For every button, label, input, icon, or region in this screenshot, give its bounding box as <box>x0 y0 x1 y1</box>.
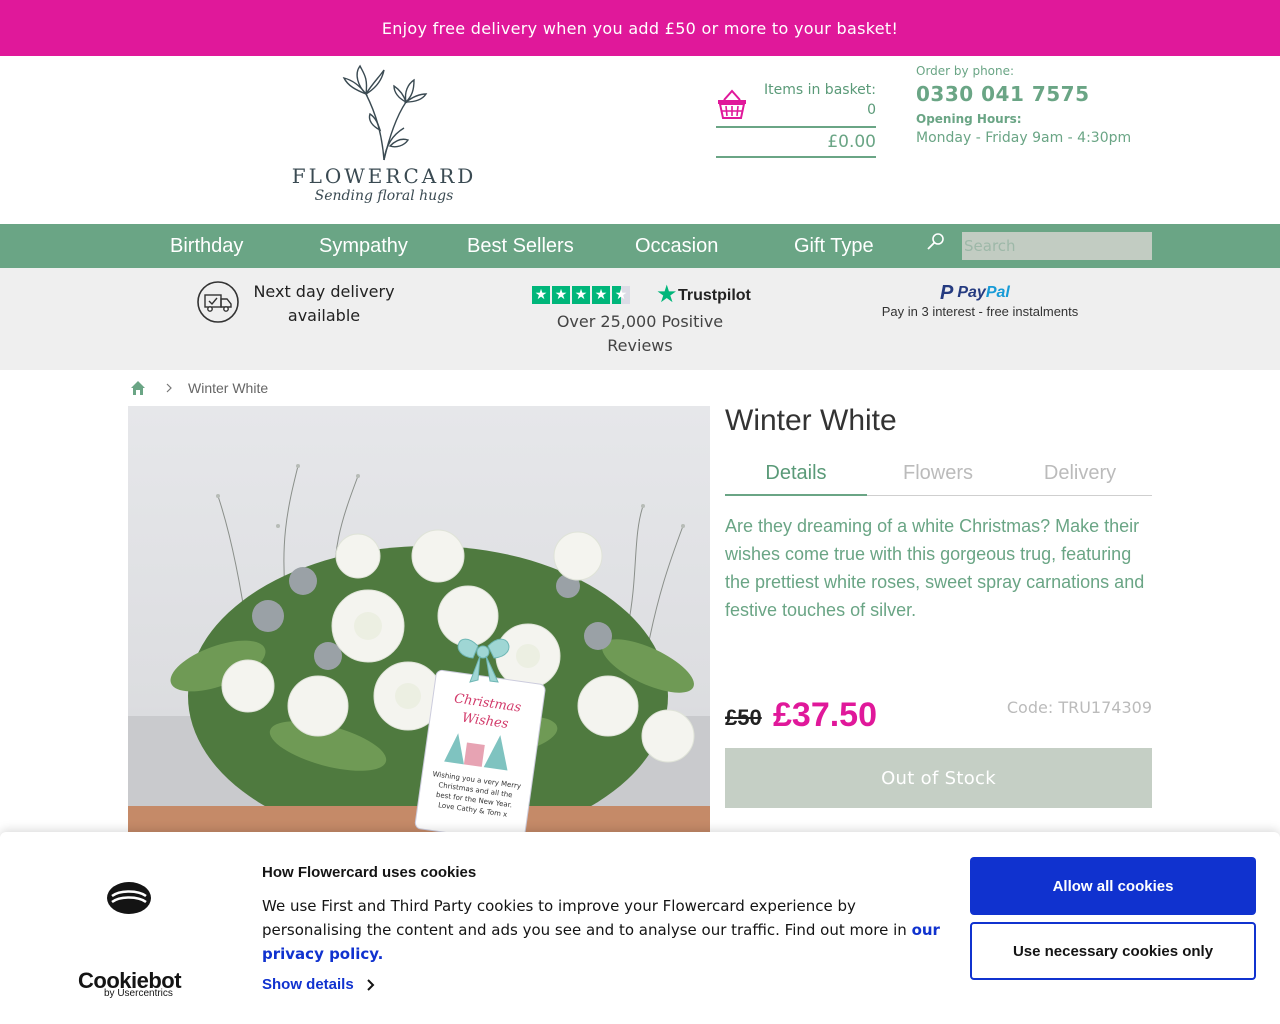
current-price: £37.50 <box>773 696 877 734</box>
paypal-icon: P <box>940 281 954 304</box>
delivery-van-icon <box>197 281 239 323</box>
order-by-phone-label: Order by phone: <box>916 64 1015 78</box>
brand-tagline: Sending floral hugs <box>314 188 454 204</box>
product-description: Are they dreaming of a white Christmas? … <box>725 516 1145 620</box>
opening-hours-label: Opening Hours: <box>916 112 1022 126</box>
product-image[interactable]: Christmas Wishes Wishing you a very Merr… <box>128 406 710 832</box>
basket-divider <box>716 156 876 158</box>
basket-items-count: 0 <box>867 102 876 118</box>
flower-logo-icon <box>342 64 428 161</box>
main-nav: Birthday Sympathy Best Sellers Occasion … <box>0 224 1280 268</box>
promo-text: Enjoy free delivery when you add £50 or … <box>381 18 899 38</box>
product-tabs: Details Flowers Delivery <box>725 456 1152 496</box>
cookie-text: We use First and Third Party cookies to … <box>262 894 942 966</box>
site-header: FLOWERCARD Sending floral hugs Items in … <box>0 56 1280 224</box>
search-icon[interactable] <box>926 232 946 252</box>
trust-bar: Next day delivery available ★ ★ ★ ★ ★ ★ … <box>0 268 1280 370</box>
nav-item-occasion[interactable]: Occasion <box>635 224 718 268</box>
delivery-line-2: available <box>287 306 361 325</box>
star-icon: ★ <box>592 286 610 304</box>
opening-hours: Monday - Friday 9am - 4:30pm <box>916 130 1132 146</box>
star-icon: ★ <box>552 286 570 304</box>
paypal-pal: Pal <box>985 284 1010 301</box>
cookiebot-logo-icon <box>107 882 151 914</box>
nav-item-best-sellers[interactable]: Best Sellers <box>467 224 574 268</box>
breadcrumb: Winter White <box>130 378 268 398</box>
tab-delivery[interactable]: Delivery <box>1009 456 1151 496</box>
star-half-icon: ★ <box>612 286 630 304</box>
paypal-logo: P PayPal <box>940 282 1010 304</box>
phone-number[interactable]: 0330 041 7575 <box>916 82 1131 106</box>
cookiebot-sub: by Usercentrics <box>104 988 173 999</box>
necessary-cookies-button[interactable]: Use necessary cookies only <box>970 922 1256 980</box>
nav-item-gift-type[interactable]: Gift Type <box>794 224 874 268</box>
out-of-stock-button[interactable]: Out of Stock <box>725 748 1152 808</box>
delivery-line-1: Next day delivery <box>253 282 395 301</box>
basket-divider <box>716 126 876 128</box>
product-title: Winter White <box>725 404 897 437</box>
trustpilot-rating[interactable]: ★ ★ ★ ★ ★ <box>532 286 634 304</box>
cookie-banner: Cookiebot by Usercentrics How Flowercard… <box>0 832 1280 1024</box>
allow-all-cookies-button[interactable]: Allow all cookies <box>970 857 1256 915</box>
nav-item-birthday[interactable]: Birthday <box>170 224 243 268</box>
show-details-button[interactable]: Show details <box>262 976 376 993</box>
tab-details[interactable]: Details <box>725 456 867 496</box>
show-details-label: Show details <box>262 976 354 993</box>
cookie-title: How Flowercard uses cookies <box>262 864 477 881</box>
chevron-right-icon <box>166 383 172 393</box>
reviews-line-1: Over 25,000 Positive <box>556 312 724 331</box>
nav-item-sympathy[interactable]: Sympathy <box>319 224 408 268</box>
basket-summary[interactable]: Items in basket: 0 <box>756 80 876 120</box>
basket-items-label: Items in basket: <box>763 82 876 98</box>
trustpilot-star-icon: ★ <box>656 280 678 308</box>
brand-name: FLOWERCARD <box>291 164 477 188</box>
cookie-body: We use First and Third Party cookies to … <box>262 897 912 939</box>
breadcrumb-current: Winter White <box>188 380 269 396</box>
basket-icon[interactable] <box>716 88 748 120</box>
star-icon: ★ <box>532 286 550 304</box>
old-price: £50 <box>725 705 762 730</box>
site-logo[interactable]: FLOWERCARD Sending floral hugs <box>286 64 482 212</box>
reviews-line-2: Reviews <box>607 336 673 355</box>
next-day-delivery: Next day delivery available <box>244 280 404 328</box>
chevron-right-icon <box>366 978 375 991</box>
contact-info: Order by phone: 0330 041 7575 Opening Ho… <box>916 64 1131 146</box>
home-icon[interactable] <box>130 380 146 396</box>
reviews-count: Over 25,000 Positive Reviews <box>540 310 740 358</box>
paypal-instalments: Pay in 3 interest - free instalments <box>881 304 1079 319</box>
tab-flowers[interactable]: Flowers <box>867 456 1009 496</box>
product-code: Code: TRU174309 <box>1006 698 1152 717</box>
search-input[interactable] <box>962 232 1152 260</box>
promo-banner: Enjoy free delivery when you add £50 or … <box>0 0 1280 56</box>
trustpilot-logo[interactable]: Trustpilot <box>678 287 751 305</box>
basket-total[interactable]: £0.00 <box>716 132 876 152</box>
bouquet-illustration: Christmas Wishes Wishing you a very Merr… <box>128 464 710 832</box>
star-icon: ★ <box>572 286 590 304</box>
paypal-pay: Pay <box>957 284 986 301</box>
